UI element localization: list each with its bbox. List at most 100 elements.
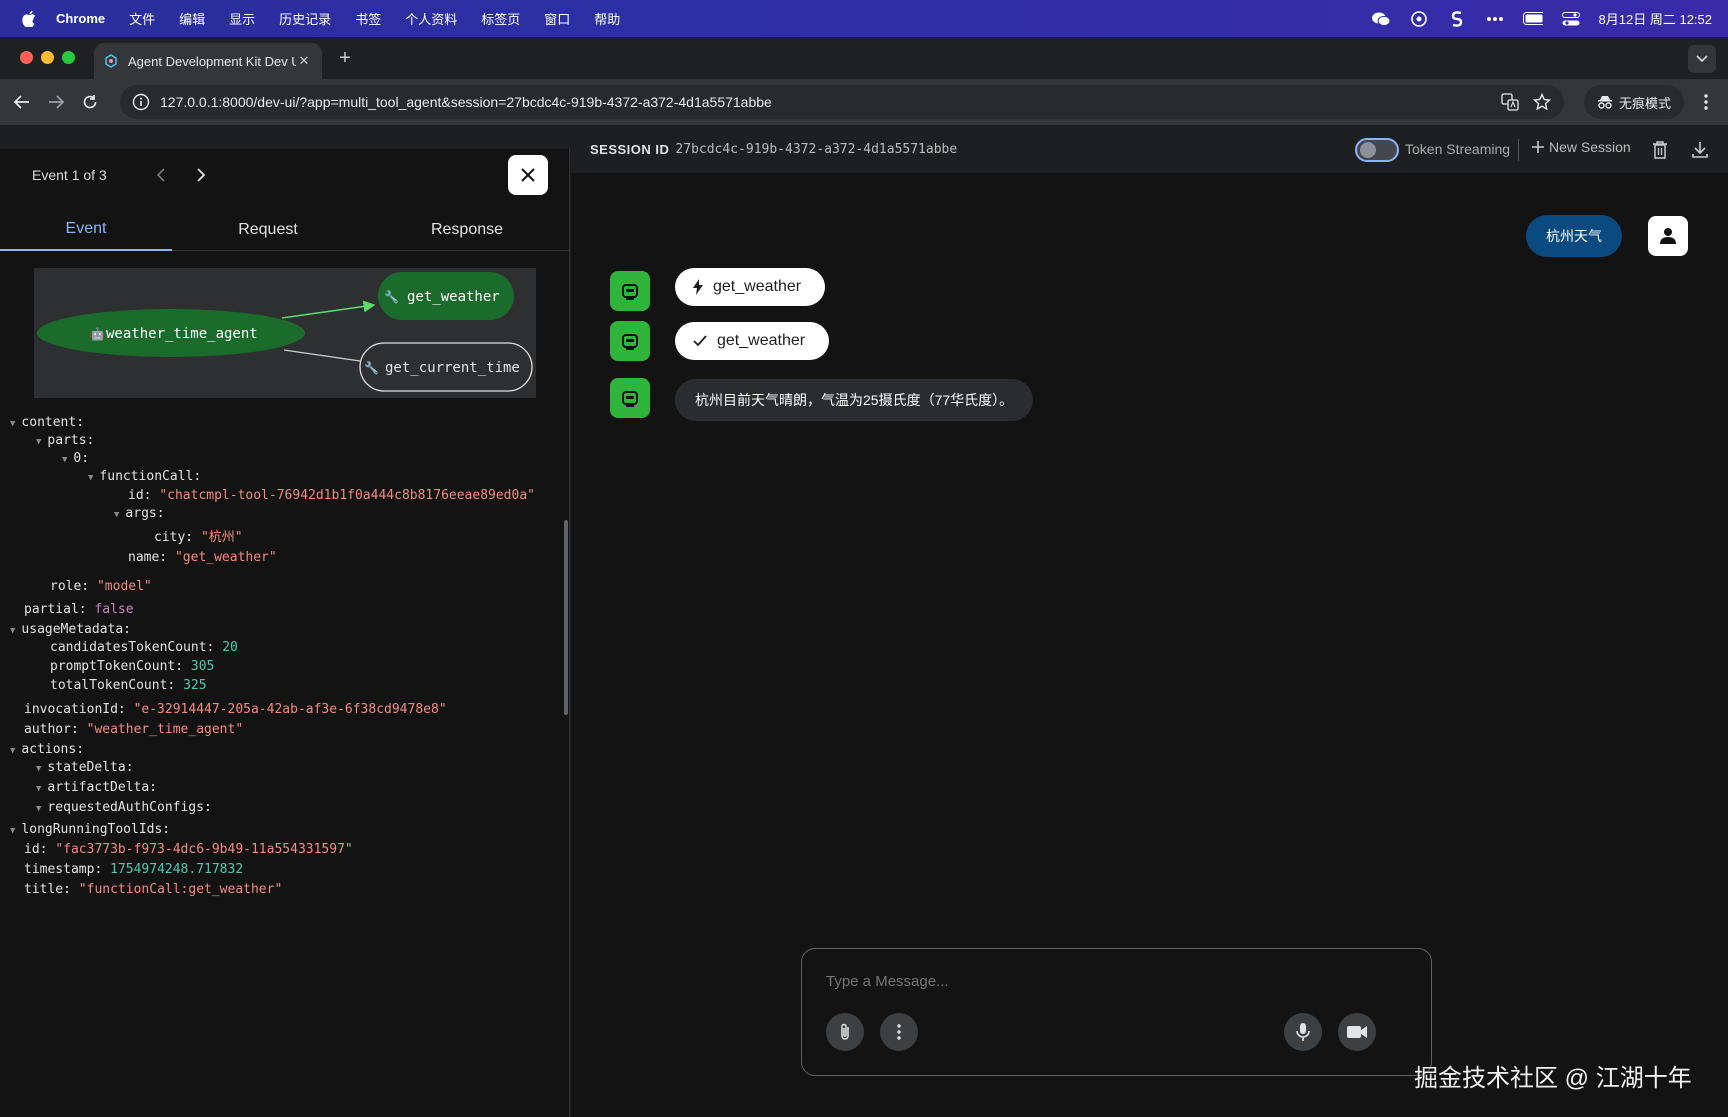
menubar-datetime[interactable]: 8月12日 周二 12:52 bbox=[1599, 9, 1712, 28]
json-row[interactable]: ▼ usageMetadata: bbox=[10, 622, 131, 637]
json-key: title: bbox=[24, 882, 71, 897]
plus-icon bbox=[1532, 141, 1544, 153]
attach-button[interactable] bbox=[826, 1013, 864, 1051]
json-row[interactable]: ▼ functionCall: bbox=[88, 469, 201, 484]
more-dots-icon[interactable] bbox=[1485, 11, 1505, 27]
expand-triangle-icon[interactable]: ▼ bbox=[114, 510, 119, 520]
panel-scrollbar[interactable] bbox=[564, 520, 568, 715]
tab-search-button[interactable] bbox=[1688, 45, 1716, 73]
bookmark-star-icon[interactable] bbox=[1532, 92, 1552, 112]
chevron-down-icon bbox=[1696, 55, 1708, 63]
menu-tabs[interactable]: 标签页 bbox=[481, 9, 520, 28]
expand-triangle-icon[interactable]: ▼ bbox=[36, 764, 41, 774]
close-window-button[interactable] bbox=[20, 51, 33, 64]
chevron-right-icon bbox=[197, 168, 205, 182]
s-app-icon[interactable] bbox=[1447, 10, 1467, 27]
previous-event-button[interactable] bbox=[151, 165, 171, 185]
new-session-button[interactable]: New Session bbox=[1531, 139, 1631, 155]
close-icon bbox=[521, 168, 535, 182]
more-options-button[interactable] bbox=[880, 1013, 918, 1051]
expand-triangle-icon[interactable]: ▼ bbox=[10, 626, 15, 636]
site-info-icon[interactable] bbox=[132, 93, 150, 111]
expand-triangle-icon[interactable]: ▼ bbox=[36, 784, 41, 794]
json-key: longRunningToolIds: bbox=[21, 822, 171, 837]
expand-triangle-icon[interactable]: ▼ bbox=[62, 455, 67, 465]
function-call-chip[interactable]: get_weather bbox=[675, 268, 826, 306]
json-key: actions: bbox=[21, 742, 85, 757]
menu-window[interactable]: 窗口 bbox=[544, 9, 570, 28]
event-inspector-panel: Event 1 of 3 Event Request Response 🤖 we… bbox=[0, 125, 570, 1117]
translate-icon[interactable] bbox=[1500, 92, 1520, 112]
menu-file[interactable]: 文件 bbox=[129, 9, 155, 28]
tab-event[interactable]: Event bbox=[0, 209, 172, 251]
browser-tab-strip: Agent Development Kit Dev U ✕ + bbox=[0, 37, 1728, 79]
address-bar[interactable]: 127.0.0.1:8000/dev-ui/?app=multi_tool_ag… bbox=[120, 85, 1564, 119]
menu-edit[interactable]: 编辑 bbox=[179, 9, 205, 28]
download-session-button[interactable] bbox=[1689, 139, 1711, 161]
message-input[interactable] bbox=[826, 973, 1386, 990]
menu-app-name[interactable]: Chrome bbox=[56, 11, 105, 26]
json-row: id: "fac3773b-f973-4dc6-9b49-11a55433159… bbox=[24, 842, 353, 857]
function-response-chip[interactable]: get_weather bbox=[675, 322, 830, 360]
control-center-icon[interactable] bbox=[1561, 11, 1581, 27]
camera-button[interactable] bbox=[1338, 1013, 1376, 1051]
expand-triangle-icon[interactable]: ▼ bbox=[36, 804, 41, 814]
menu-bookmarks[interactable]: 书签 bbox=[355, 9, 381, 28]
robot-icon bbox=[622, 391, 638, 407]
new-tab-button[interactable]: + bbox=[334, 47, 356, 70]
back-button[interactable] bbox=[10, 90, 34, 114]
expand-triangle-icon[interactable]: ▼ bbox=[10, 746, 15, 756]
json-key: artifactDelta: bbox=[47, 780, 157, 795]
battery-icon[interactable] bbox=[1522, 11, 1543, 27]
session-id-value: 27bcdc4c-919b-4372-a372-4d1a5571abbe bbox=[675, 141, 958, 157]
wechat-icon[interactable] bbox=[1371, 11, 1391, 27]
expand-triangle-icon[interactable]: ▼ bbox=[10, 826, 15, 836]
tab-title: Agent Development Kit Dev U bbox=[128, 53, 296, 69]
menu-view[interactable]: 显示 bbox=[229, 9, 255, 28]
agent-node-label: weather_time_agent bbox=[106, 326, 258, 342]
browser-tab[interactable]: Agent Development Kit Dev U ✕ bbox=[94, 43, 322, 79]
json-row[interactable]: ▼ actions: bbox=[10, 742, 84, 757]
event-navigation: Event 1 of 3 bbox=[32, 165, 211, 185]
watermark-text: 掘金技术社区 @ 江湖十年 bbox=[1414, 1065, 1692, 1092]
expand-triangle-icon[interactable]: ▼ bbox=[10, 419, 15, 429]
browser-menu-button[interactable] bbox=[1696, 91, 1716, 113]
agent-reply-bubble[interactable]: 杭州目前天气晴朗，气温为25摄氏度（77华氏度）。 bbox=[675, 379, 1034, 421]
menu-help[interactable]: 帮助 bbox=[594, 9, 620, 28]
incognito-badge[interactable]: 无痕模式 bbox=[1584, 85, 1684, 119]
json-row[interactable]: ▼ content: bbox=[10, 415, 84, 430]
event-counter: Event 1 of 3 bbox=[32, 167, 107, 183]
delete-session-button[interactable] bbox=[1649, 139, 1671, 161]
expand-triangle-icon[interactable]: ▼ bbox=[36, 437, 41, 447]
minimize-window-button[interactable] bbox=[41, 51, 54, 64]
close-panel-button[interactable] bbox=[508, 155, 548, 195]
user-message-bubble[interactable]: 杭州天气 bbox=[1526, 215, 1622, 257]
menu-profiles[interactable]: 个人资料 bbox=[405, 9, 457, 28]
apple-icon[interactable] bbox=[20, 10, 38, 28]
expand-triangle-icon[interactable]: ▼ bbox=[88, 473, 93, 483]
tab-request[interactable]: Request bbox=[172, 209, 364, 251]
next-event-button[interactable] bbox=[191, 165, 211, 185]
json-row[interactable]: ▼ 0: bbox=[62, 451, 89, 466]
url-text[interactable]: 127.0.0.1:8000/dev-ui/?app=multi_tool_ag… bbox=[160, 94, 1500, 110]
forward-button[interactable] bbox=[44, 90, 68, 114]
reload-button[interactable] bbox=[78, 90, 102, 114]
json-boolean: false bbox=[94, 602, 134, 617]
json-row[interactable]: ▼ artifactDelta: bbox=[36, 780, 157, 795]
json-number: 325 bbox=[183, 678, 207, 693]
browser-toolbar: 127.0.0.1:8000/dev-ui/?app=multi_tool_ag… bbox=[0, 79, 1728, 125]
incognito-icon bbox=[1597, 96, 1612, 109]
json-row[interactable]: ▼ longRunningToolIds: bbox=[10, 822, 170, 837]
tab-close-icon[interactable]: ✕ bbox=[296, 53, 312, 69]
json-row[interactable]: ▼ args: bbox=[114, 506, 165, 521]
tab-response[interactable]: Response bbox=[364, 209, 570, 251]
json-row[interactable]: ▼ stateDelta: bbox=[36, 760, 134, 775]
json-row: invocationId: "e-32914447-205a-42ab-af3e… bbox=[24, 702, 447, 717]
menu-history[interactable]: 历史记录 bbox=[279, 9, 331, 28]
json-row[interactable]: ▼ requestedAuthConfigs: bbox=[36, 800, 212, 815]
json-row[interactable]: ▼ parts: bbox=[36, 433, 94, 448]
token-streaming-toggle[interactable] bbox=[1355, 138, 1399, 162]
chat-search-icon[interactable] bbox=[1409, 10, 1429, 27]
zoom-window-button[interactable] bbox=[62, 51, 75, 64]
microphone-button[interactable] bbox=[1284, 1013, 1322, 1051]
